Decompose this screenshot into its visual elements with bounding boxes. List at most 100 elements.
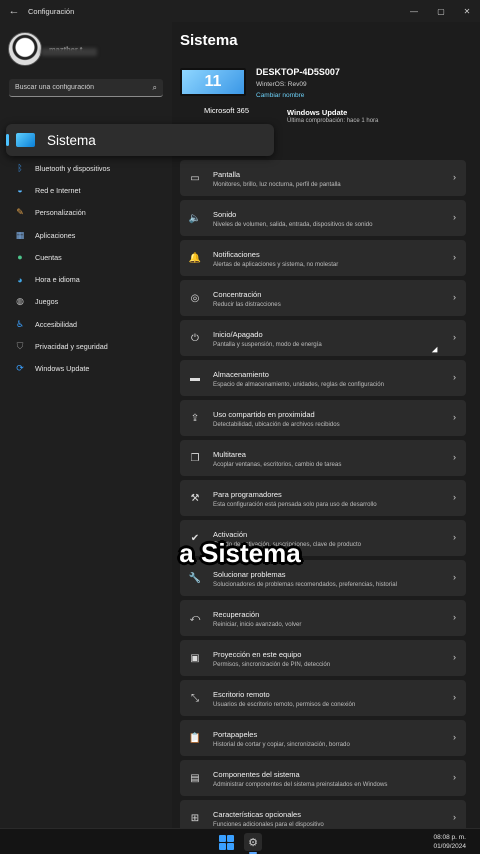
- setting-title: Proyección en este equipo: [213, 650, 302, 659]
- windows-update-title: Windows Update: [287, 108, 348, 117]
- setting-title: Notificaciones: [213, 250, 260, 259]
- search-box[interactable]: ⌕: [9, 79, 163, 97]
- settings-gear-icon[interactable]: ⚙: [244, 833, 262, 851]
- rename-link[interactable]: Cambiar nombre: [256, 92, 304, 99]
- bell-icon: 🔔: [188, 252, 202, 264]
- chevron-right-icon: ›: [453, 612, 456, 622]
- sidebar-item-bluetooth[interactable]: ᛒ Bluetooth y dispositivos: [8, 157, 168, 179]
- setting-description: Espacio de almacenamiento, unidades, reg…: [213, 380, 385, 388]
- sidebar-item-label: Accesibilidad: [35, 319, 77, 329]
- wifi-icon: ◒: [17, 185, 23, 196]
- setting-row-clipboard[interactable]: 📋 Portapapeles Historial de cortar y copia…: [180, 720, 466, 756]
- person-icon: ●: [17, 252, 23, 263]
- sidebar-item-label: Privacidad y seguridad: [35, 342, 108, 352]
- sidebar-item-accessibility[interactable]: ♿ Accesibilidad: [8, 313, 168, 335]
- chevron-right-icon: ›: [453, 652, 456, 662]
- setting-row-multitask[interactable]: ❐ Multitarea Acoplar ventanas, escritorios…: [180, 440, 466, 476]
- sidebar-item-network[interactable]: ◒ Red e Internet: [8, 179, 168, 201]
- sidebar-item-label: Sistema: [47, 132, 96, 148]
- projection-icon: ▣: [190, 652, 200, 664]
- display-icon: ▭: [190, 172, 200, 184]
- setting-row-focus[interactable]: ◎ Concentración Reducir las distracciones ›: [180, 280, 466, 316]
- share-icon: ⇪: [190, 412, 200, 424]
- title-bar: ← Configuración — ▢ ✕: [0, 0, 480, 22]
- accessibility-icon: ♿: [15, 318, 25, 329]
- setting-description: Esta configuración está pensada solo par…: [213, 500, 377, 508]
- setting-title: Multitarea: [213, 450, 246, 459]
- setting-description: Reiniciar, inicio avanzado, volver: [213, 620, 302, 628]
- setting-row-remote-desktop[interactable]: ⤡ Escritorio remoto Usuarios de escritorio…: [180, 680, 466, 716]
- chevron-right-icon: ›: [453, 412, 456, 422]
- sidebar-item-label: Juegos: [35, 297, 59, 307]
- windows-update-tile[interactable]: Windows Update Última comprobación: hace…: [287, 108, 383, 126]
- setting-row-components[interactable]: ▤ Componentes del sistema Administrar comp…: [180, 760, 466, 796]
- setting-row-bell[interactable]: 🔔 Notificaciones Alertas de aplicaciones y…: [180, 240, 466, 276]
- sidebar-item-time-language[interactable]: ◕ Hora e idioma: [8, 268, 168, 290]
- setting-title: Escritorio remoto: [213, 690, 270, 699]
- sidebar-item-gaming[interactable]: ◍ Juegos: [8, 291, 168, 313]
- chevron-right-icon: ›: [453, 492, 456, 502]
- clock-date: 01/09/2024: [433, 843, 466, 850]
- chevron-right-icon: ›: [453, 212, 456, 222]
- setting-row-power[interactable]: ⏻ Inicio/Apagado Pantalla y suspensión, mo…: [180, 320, 466, 356]
- setting-row-developer[interactable]: ⚒ Para programadores Esta configuración es…: [180, 480, 466, 516]
- clock-time: 08:08 p. m.: [433, 834, 466, 841]
- minimize-icon[interactable]: —: [401, 0, 427, 22]
- settings-list: ▭ Pantalla Monitores, brillo, luz nocturna…: [180, 160, 466, 840]
- setting-description: Alertas de aplicaciones y sistema, no mo…: [213, 260, 339, 268]
- sidebar-item-accounts[interactable]: ● Cuentas: [8, 246, 168, 268]
- setting-row-share[interactable]: ⇪ Uso compartido en proximidad Detectabili…: [180, 400, 466, 436]
- sidebar-item-privacy[interactable]: ⛉ Privacidad y seguridad: [8, 335, 168, 357]
- chevron-right-icon: ›: [453, 332, 456, 342]
- setting-title: Componentes del sistema: [213, 770, 300, 779]
- device-header: 11 DESKTOP-4D5S007 WinterOS: Rev09 Cambi…: [180, 66, 470, 102]
- setting-description: Reducir las distracciones: [213, 300, 281, 308]
- setting-row-projection[interactable]: ▣ Proyección en este equipo Permisos, sinc…: [180, 640, 466, 676]
- components-icon: ▤: [190, 772, 200, 784]
- update-icon: ⟳: [16, 363, 24, 374]
- setting-description: Administrar componentes del sistema prei…: [213, 780, 388, 788]
- recovery-icon: ⤺: [189, 612, 201, 624]
- wrench-icon: 🔧: [188, 572, 202, 584]
- focus-icon: ◎: [190, 292, 200, 304]
- setting-title: Concentración: [213, 290, 262, 299]
- setting-description: Permisos, sincronización de PIN, detecci…: [213, 660, 331, 668]
- search-icon[interactable]: ⌕: [153, 83, 157, 93]
- sidebar-item-label: Cuentas: [35, 252, 62, 262]
- windows-start-icon[interactable]: [219, 835, 234, 850]
- setting-title: Sonido: [213, 210, 237, 219]
- windows-update-status: Última comprobación: hace 1 hora: [287, 118, 379, 124]
- chevron-right-icon: ›: [453, 772, 456, 782]
- chevron-right-icon: ›: [453, 812, 456, 822]
- setting-row-speaker[interactable]: 🔈 Sonido Niveles de volumen, salida, entra…: [180, 200, 466, 236]
- sidebar-item-label: Aplicaciones: [35, 230, 76, 240]
- setting-title: Recuperación: [213, 610, 260, 619]
- setting-description: Detectabilidad, ubicación de archivos re…: [213, 420, 340, 428]
- setting-row-storage[interactable]: ▬ Almacenamiento Espacio de almacenamiento…: [180, 360, 466, 396]
- setting-description: Monitores, brillo, luz nocturna, perfil …: [213, 180, 341, 188]
- maximize-icon[interactable]: ▢: [428, 0, 454, 22]
- setting-row-display[interactable]: ▭ Pantalla Monitores, brillo, luz nocturna…: [180, 160, 466, 196]
- sidebar-item-system-selected[interactable]: Sistema: [6, 124, 274, 156]
- sidebar-item-label: Hora e idioma: [35, 275, 80, 285]
- sidebar-item-windows-update[interactable]: ⟳ Windows Update: [8, 358, 168, 380]
- sidebar-item-personalization[interactable]: ✎ Personalización: [8, 202, 168, 224]
- multitask-icon: ❐: [190, 452, 200, 464]
- chevron-right-icon: ›: [453, 292, 456, 302]
- setting-row-recovery[interactable]: ⤺ Recuperación Reiniciar, inicio avanzado,…: [180, 600, 466, 636]
- back-arrow-icon[interactable]: ←: [0, 5, 28, 17]
- taskbar-clock[interactable]: 08:08 p. m. 01/09/2024: [433, 833, 466, 851]
- sidebar-nav: ᛒ Bluetooth y dispositivos ◒ Red e Interne…: [8, 157, 168, 380]
- bluetooth-icon: ᛒ: [17, 163, 23, 174]
- remote-desktop-icon: ⤡: [191, 692, 199, 704]
- search-input[interactable]: [15, 84, 153, 91]
- setting-description: Acoplar ventanas, escritorios, cambio de…: [213, 460, 342, 468]
- setting-description: Niveles de volumen, salida, entrada, dis…: [213, 220, 373, 228]
- chevron-right-icon: ›: [453, 692, 456, 702]
- microsoft-365-tile[interactable]: Microsoft 365: [204, 106, 249, 115]
- setting-title: Pantalla: [213, 170, 241, 179]
- sidebar-item-apps[interactable]: ▦ Aplicaciones: [8, 224, 168, 246]
- sidebar-item-label: Bluetooth y dispositivos: [35, 163, 111, 173]
- selection-indicator: [6, 134, 9, 146]
- close-icon[interactable]: ✕: [454, 0, 480, 22]
